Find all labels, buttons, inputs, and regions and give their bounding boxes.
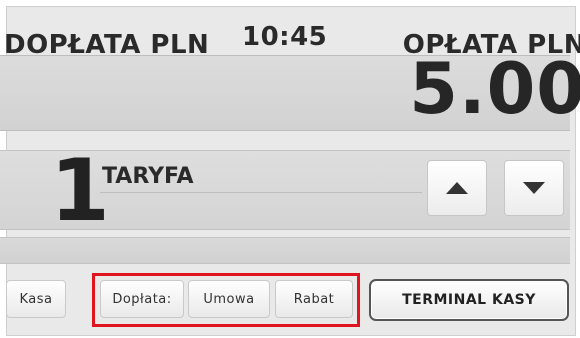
highlight-box: [92, 273, 360, 327]
kasa-button[interactable]: Kasa: [6, 280, 66, 318]
tariff-underline: [100, 192, 422, 193]
status-bar: [0, 237, 570, 264]
arrow-down-icon: [523, 182, 545, 194]
arrow-up-icon: [446, 182, 468, 194]
terminal-kasy-button[interactable]: TERMINAL KASY: [369, 279, 569, 321]
amount-display: 5.00: [409, 48, 580, 130]
tariff-number: 1: [50, 141, 110, 241]
tariff-label: TARYFA: [102, 164, 194, 189]
tariff-up-button[interactable]: [427, 160, 487, 216]
tariff-down-button[interactable]: [504, 160, 564, 216]
